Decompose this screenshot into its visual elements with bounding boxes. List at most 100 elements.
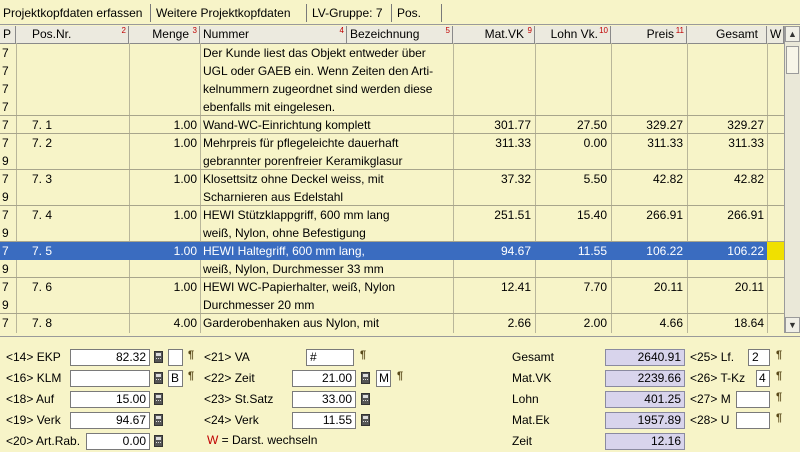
cell-bezeichnung: Wand-WC-Einrichtung komplett [203,118,371,132]
calculator-icon[interactable] [361,372,370,384]
cell-preis: 42.82 [652,172,683,186]
cell-posnr: 7. 3 [32,172,53,186]
verk24-field[interactable]: 11.55 [292,412,356,429]
cell-lohnvk: 5.50 [583,172,607,186]
col-header-nummer[interactable]: Nummer 4 [200,26,347,43]
table-row[interactable]: 7 7. 1 1.00 Wand-WC-Einrichtung komplett… [0,116,784,134]
va-field[interactable]: # [306,349,354,366]
w-marker[interactable] [767,242,784,260]
col-header-matvk[interactable]: Mat.VK 9 [453,26,535,43]
m27-label: <27> M [690,392,731,406]
cell-lohnvk: 15.40 [576,208,607,222]
stsatz-field[interactable]: 33.00 [292,391,356,408]
col-header-preis[interactable]: Preis 11 [611,26,687,43]
table-row[interactable]: 79 7. 2 1.00 Mehrpreis für pflegeleichte… [0,134,784,170]
cell-menge: 1.00 [173,244,197,258]
table-row[interactable]: 7 7. 8 4.00 Garderobenhaken aus Nylon, m… [0,314,784,333]
m27-field[interactable] [736,391,770,408]
tab-projektkopfdaten-erfassen[interactable]: Projektkopfdaten erfassen [0,3,145,23]
cell-posnr: 7. 4 [32,208,53,222]
calculator-icon[interactable] [154,435,163,447]
auf-field[interactable]: 15.00 [70,391,150,408]
col-header-gesamt[interactable]: Gesamt [687,26,767,43]
cell-p: 7777 [2,46,9,114]
klm-flag-field[interactable]: B [168,370,183,387]
col-header-lohnvk[interactable]: Lohn Vk. 10 [535,26,611,43]
zeit-field[interactable]: 21.00 [292,370,356,387]
tab-weitere-projektkopfdaten[interactable]: Weitere Projektkopfdaten [153,3,294,23]
cell-p: 7 [2,316,9,330]
klm-field[interactable] [70,370,150,387]
verk-field[interactable]: 94.67 [70,412,150,429]
table-row[interactable]: 7777 Der Kunde liest das Objekt entweder… [0,44,784,116]
zeit-total-label: Zeit [512,434,533,448]
calculator-icon[interactable] [361,393,370,405]
tab-separator [306,4,307,22]
col-header-menge[interactable]: Menge 3 [129,26,200,43]
vertical-scrollbar[interactable]: ▲ ▼ [784,26,800,333]
cell-p: 7 [2,118,9,132]
zeit-flag-field[interactable]: M [376,370,391,387]
lookup-icon[interactable]: ¶ [360,349,366,361]
cell-bezeichnung: Mehrpreis für pflegeleichte dauerhaft geb… [203,136,403,168]
tkz-field[interactable]: 4 [756,370,770,387]
lookup-icon[interactable]: ¶ [776,391,782,403]
table-row[interactable]: 79 7. 6 1.00 HEWI WC-Papierhalter, weiß,… [0,278,784,314]
cell-preis: 106.22 [646,244,683,258]
cell-matvk: 311.33 [495,136,531,150]
col-header-posnr[interactable]: Pos.Nr. 2 [16,26,129,43]
display-toggle-hint: W = Darst. wechseln [207,433,318,447]
scroll-thumb[interactable] [786,46,799,74]
cell-preis: 4.66 [659,316,683,330]
lf-label: <25> Lf. [690,350,735,364]
tab-pos[interactable]: Pos. [394,3,425,23]
calculator-icon[interactable] [154,372,163,384]
u28-field[interactable] [736,412,770,429]
table-row[interactable]: 79 7. 3 1.00 Klosettsitz ohne Deckel wei… [0,170,784,206]
table-row-selected[interactable]: 79 7. 5 1.00 HEWI Haltegriff, 600 mm lan… [0,242,784,278]
lookup-icon[interactable]: ¶ [188,370,194,382]
cell-gesamt: 20.11 [734,280,764,294]
positions-table: P Pos.Nr. 2 Menge 3 Nummer 4 Bezeichnung 5 M… [0,26,784,333]
tkz-label: <26> T-Kz [690,371,746,385]
matek-label: Mat.Ek [512,413,550,427]
tab-lv-gruppe[interactable]: LV-Gruppe: 7 [309,3,386,23]
calculator-icon[interactable] [154,393,163,405]
zeit-label: <22> Zeit [204,371,255,385]
lf-field[interactable]: 2 [748,349,770,366]
cell-gesamt: 42.82 [733,172,764,186]
lookup-icon[interactable]: ¶ [188,349,194,361]
col-header-bezeichnung[interactable]: Bezeichnung 5 [347,26,453,43]
cell-lohnvk: 27.50 [576,118,607,132]
ekp-flag-field[interactable] [168,349,183,366]
cell-gesamt: 329.27 [727,118,764,132]
artrab-field[interactable]: 0.00 [86,433,150,450]
cell-preis: 20.11 [653,280,683,294]
ekp-label: <14> EKP [6,350,61,364]
col-header-p[interactable]: P [0,26,16,43]
calculator-icon[interactable] [361,414,370,426]
lookup-icon[interactable]: ¶ [776,370,782,382]
col-header-w[interactable]: W [767,26,784,43]
ekp-field[interactable]: 82.32 [70,349,150,366]
position-detail-form: <14> EKP 82.32 ¶ <16> KLM B ¶ <18> Auf 1… [0,336,800,452]
table-row[interactable]: 79 7. 4 1.00 HEWI Stützklappgriff, 600 m… [0,206,784,242]
lookup-icon[interactable]: ¶ [397,370,403,382]
cell-bezeichnung: Der Kunde liest das Objekt entweder über… [203,46,434,114]
cell-menge: 1.00 [173,118,197,132]
lookup-icon[interactable]: ¶ [776,412,782,424]
cell-preis: 329.27 [646,118,683,132]
cell-bezeichnung: HEWI WC-Papierhalter, weiß, Nylon Durchme… [203,280,396,312]
cell-posnr: 7. 5 [32,244,53,258]
cell-lohnvk: 2.00 [583,316,607,330]
calculator-icon[interactable] [154,414,163,426]
cell-bezeichnung: Klosettsitz ohne Deckel weiss, mit Scharn… [203,172,384,204]
calculator-icon[interactable] [154,351,163,363]
cell-lohnvk: 0.00 [583,136,607,150]
scroll-down-icon[interactable]: ▼ [785,317,800,333]
cell-preis: 311.33 [647,136,683,150]
scroll-up-icon[interactable]: ▲ [785,26,800,42]
cell-p: 79 [2,172,9,204]
cell-matvk: 2.66 [507,316,531,330]
lookup-icon[interactable]: ¶ [776,349,782,361]
